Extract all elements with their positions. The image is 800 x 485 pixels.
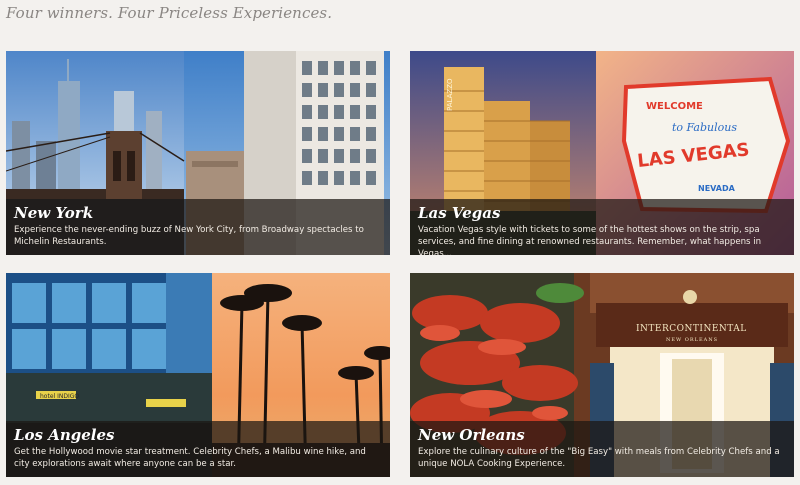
welcome-sign: WELCOME to Fabulous LAS VEGAS NEVADA — [621, 76, 791, 214]
hotel-indigo-sign: hotel INDIGO — [40, 393, 79, 400]
experience-card-los-angeles[interactable]: hotel INDIGO Los Angeles Get the Hollywo… — [6, 273, 390, 477]
experience-card-new-orleans[interactable]: INTERCONTINENTAL NEW ORLEANS New Orleans… — [410, 273, 794, 477]
city-title[interactable]: New Orleans — [418, 427, 786, 444]
card-caption: New York Experience the never-ending buz… — [6, 199, 390, 255]
svg-text:NEVADA: NEVADA — [698, 184, 736, 193]
svg-text:to Fabulous: to Fabulous — [672, 121, 737, 134]
svg-text:WELCOME: WELCOME — [646, 101, 703, 112]
experience-card-las-vegas[interactable]: PALAZZO WELCOME to Fabulous LAS VEGAS NE… — [410, 51, 794, 255]
city-title[interactable]: New York — [14, 205, 382, 222]
city-description: Explore the culinary culture of the "Big… — [418, 447, 780, 469]
city-description: Vacation Vegas style with tickets to som… — [418, 225, 762, 255]
experience-card-new-york[interactable]: New York Experience the never-ending buz… — [6, 51, 390, 255]
city-title[interactable]: Los Angeles — [14, 427, 382, 444]
city-title[interactable]: Las Vegas — [418, 205, 786, 222]
card-caption: New Orleans Explore the culinary culture… — [410, 421, 794, 477]
intercontinental-sign: INTERCONTINENTAL — [636, 324, 747, 334]
city-description: Experience the never-ending buzz of New … — [14, 225, 364, 247]
palazzo-sign: PALAZZO — [446, 78, 454, 111]
card-caption: Los Angeles Get the Hollywood movie star… — [6, 421, 390, 477]
svg-text:NEW ORLEANS: NEW ORLEANS — [666, 337, 718, 343]
card-caption: Las Vegas Vacation Vegas style with tick… — [410, 199, 794, 255]
city-description: Get the Hollywood movie star treatment. … — [14, 447, 366, 469]
page-headline: Four winners. Four Priceless Experiences… — [6, 4, 333, 22]
